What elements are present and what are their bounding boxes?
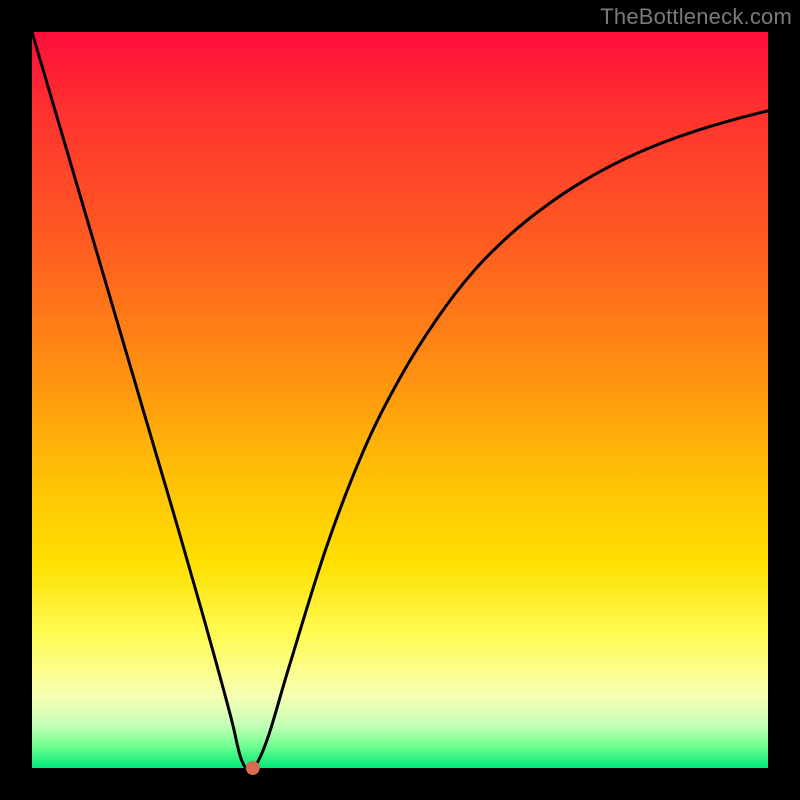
marker-dot: [246, 761, 260, 775]
curve-path: [32, 32, 768, 770]
chart-svg: [32, 32, 768, 768]
chart-frame: TheBottleneck.com: [0, 0, 800, 800]
watermark-text: TheBottleneck.com: [600, 4, 792, 30]
